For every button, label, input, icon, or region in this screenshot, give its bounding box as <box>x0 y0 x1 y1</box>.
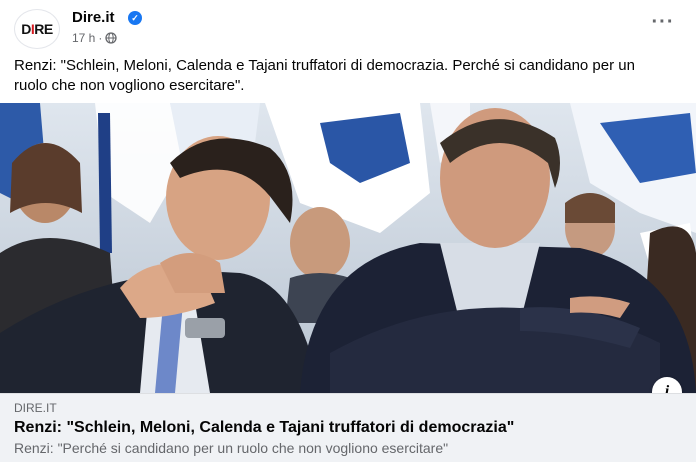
avatar-logo-prefix: D <box>21 21 31 37</box>
more-horizontal-icon: ··· <box>651 11 675 33</box>
news-photo-illustration <box>0 103 696 393</box>
link-domain: DIRE.IT <box>14 401 57 415</box>
globe-icon[interactable] <box>105 32 118 44</box>
more-options-button[interactable]: ··· <box>648 12 678 42</box>
avatar-logo-suffix: RE <box>34 21 53 37</box>
link-title[interactable]: Renzi: "Schlein, Meloni, Calenda e Tajan… <box>14 419 514 437</box>
page-avatar[interactable]: D I RE <box>14 9 60 49</box>
post-text: Renzi: "Schlein, Meloni, Calenda e Tajan… <box>14 57 635 94</box>
page-name-link[interactable]: Dire.it <box>72 9 115 26</box>
meta-separator: · <box>98 31 103 45</box>
post-meta: 17 h · <box>72 31 118 45</box>
link-preview-image[interactable]: i <box>0 103 696 393</box>
post-header: D I RE Dire.it ✓ 17 h · ··· <box>0 0 696 54</box>
info-icon: i <box>664 383 670 393</box>
link-preview-card[interactable]: DIRE.IT Renzi: "Schlein, Meloni, Calenda… <box>0 393 696 462</box>
verified-badge-icon: ✓ <box>128 11 142 25</box>
link-description: Renzi: "Perché si candidano per un ruolo… <box>14 440 449 456</box>
post-timestamp[interactable]: 17 h <box>72 31 95 45</box>
